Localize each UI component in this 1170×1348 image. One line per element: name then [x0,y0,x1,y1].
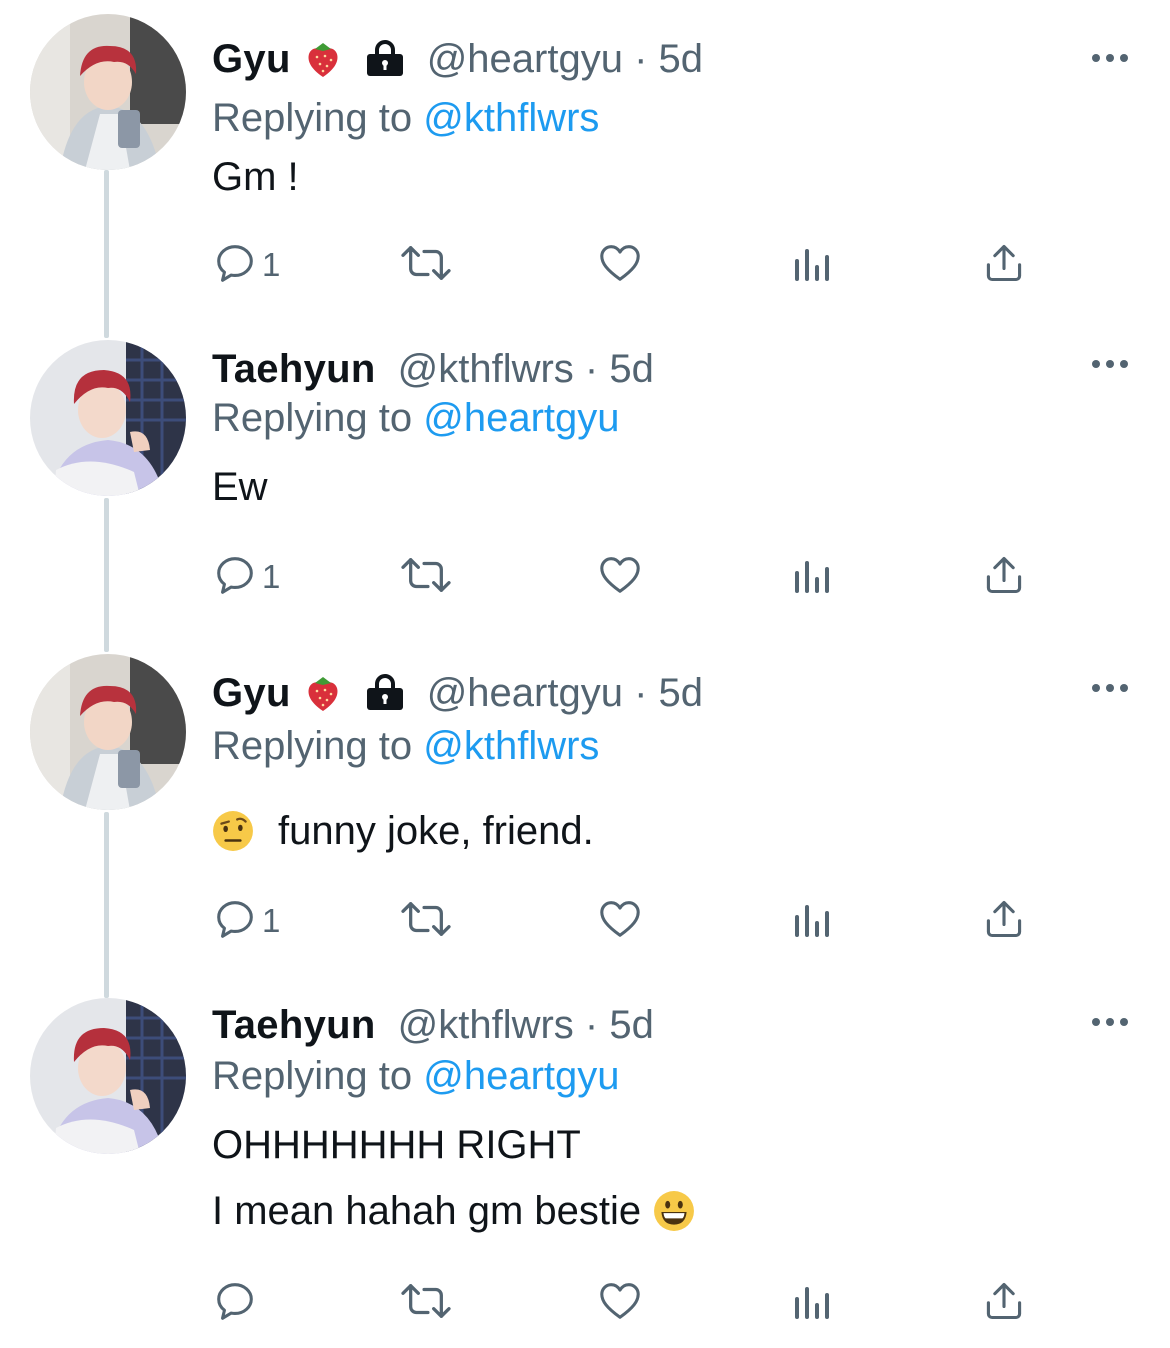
avatar[interactable] [30,998,186,1154]
share-button[interactable] [982,552,1026,602]
views-button[interactable] [792,896,832,946]
reply-icon [212,896,258,947]
strawberry-icon [305,673,341,713]
reply-button[interactable]: 1 [212,896,280,946]
replying-to: Replying to @kthflwrs [212,96,599,141]
reply-count: 1 [262,902,281,939]
like-button[interactable] [596,896,644,946]
retweet-icon [398,552,454,603]
retweet-icon [398,1278,454,1329]
reply-count: 1 [262,558,281,595]
heart-icon [596,552,644,603]
tweet-text: funny joke, friend. [212,798,594,864]
tweet-actions: 1 [212,896,1042,946]
tweet-text-line: OHHHHHHH RIGHT [212,1123,581,1167]
views-icon [792,1281,832,1326]
retweet-icon [398,240,454,291]
tweet-text: Ew [212,454,268,520]
handle-and-time[interactable]: @heartgyu · 5d [427,671,703,716]
tweet[interactable]: Gyu @heartgyu · 5d Replying to @kthflwrs… [0,654,1170,974]
reply-button[interactable]: 1 [212,552,280,602]
like-button[interactable] [596,1278,644,1328]
heart-icon [596,1278,644,1329]
display-name[interactable]: Gyu [212,671,291,716]
mention-link[interactable]: @heartgyu [423,1054,619,1098]
like-button[interactable] [596,240,644,290]
grinning-face-emoji-icon [653,1190,695,1232]
reply-count: 1 [262,246,281,283]
replying-prefix: Replying to [212,96,413,140]
handle-and-time[interactable]: @kthflwrs · 5d [398,347,654,392]
like-button[interactable] [596,552,644,602]
lock-icon [365,39,405,79]
tweet[interactable]: Gyu @heartgyu · 5d Replying to @kthflwrs… [0,14,1170,314]
handle-and-time[interactable]: @heartgyu · 5d [427,37,703,82]
tweet-text-line: Ew [212,465,268,509]
mention-link[interactable]: @heartgyu [423,396,619,440]
tweet-actions [212,1278,1042,1328]
replying-prefix: Replying to [212,1054,413,1098]
replying-prefix: Replying to [212,724,413,768]
retweet-icon [398,896,454,947]
views-button[interactable] [792,1278,832,1328]
retweet-button[interactable] [398,1278,454,1328]
share-icon [982,241,1026,290]
retweet-button[interactable] [398,240,454,290]
replying-to: Replying to @heartgyu [212,1054,620,1099]
retweet-button[interactable] [398,552,454,602]
tweet[interactable]: Taehyun @kthflwrs · 5d Replying to @hear… [0,340,1170,630]
mention-link[interactable]: @kthflwrs [423,96,599,140]
raised-eyebrow-emoji-icon [212,810,254,852]
handle-and-time[interactable]: @kthflwrs · 5d [398,1003,654,1048]
reply-icon [212,240,258,291]
views-icon [792,243,832,288]
retweet-button[interactable] [398,896,454,946]
share-icon [982,1279,1026,1328]
more-icon[interactable] [1092,1018,1128,1026]
tweet[interactable]: Taehyun @kthflwrs · 5d Replying to @hear… [0,998,1170,1348]
heart-icon [596,896,644,947]
views-icon [792,555,832,600]
display-name[interactable]: Gyu [212,37,291,82]
more-icon[interactable] [1092,684,1128,692]
reply-icon [212,552,258,603]
mention-link[interactable]: @kthflwrs [423,724,599,768]
tweet-text-line: Gm ! [212,155,299,199]
avatar[interactable] [30,14,186,170]
share-button[interactable] [982,1278,1026,1328]
heart-icon [596,240,644,291]
tweet-text: Gm ! [212,144,299,210]
tweet-actions: 1 [212,552,1042,602]
tweet-text-line: funny joke, friend. [278,809,594,853]
reply-button[interactable]: 1 [212,240,280,290]
tweet-text: OHHHHHHH RIGHT I mean hahah gm bestie [212,1112,695,1244]
replying-prefix: Replying to [212,396,413,440]
display-name[interactable]: Taehyun [212,1003,376,1048]
strawberry-icon [305,39,341,79]
tweet-text-line: I mean hahah gm bestie [212,1189,642,1233]
share-button[interactable] [982,240,1026,290]
reply-icon [212,1278,258,1329]
share-icon [982,897,1026,946]
avatar[interactable] [30,340,186,496]
more-icon[interactable] [1092,54,1128,62]
views-button[interactable] [792,240,832,290]
reply-button[interactable] [212,1278,262,1328]
share-button[interactable] [982,896,1026,946]
views-icon [792,899,832,944]
replying-to: Replying to @heartgyu [212,396,620,441]
more-icon[interactable] [1092,360,1128,368]
replying-to: Replying to @kthflwrs [212,724,599,769]
display-name[interactable]: Taehyun [212,347,376,392]
avatar[interactable] [30,654,186,810]
lock-icon [365,673,405,713]
share-icon [982,553,1026,602]
tweet-actions: 1 [212,240,1042,290]
views-button[interactable] [792,552,832,602]
